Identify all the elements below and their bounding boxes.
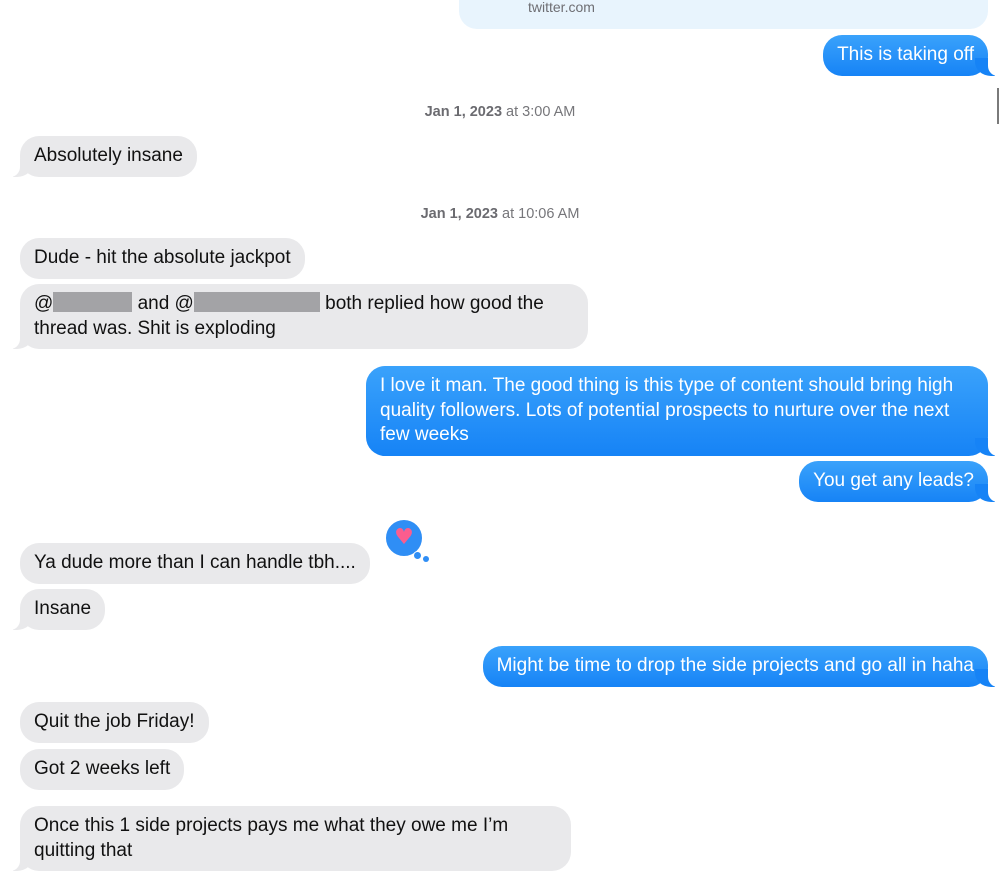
message-text: Once this 1 side projects pays me what t… [34,815,509,861]
timestamp: Jan 1, 2023 at 10:06 AM [0,206,1000,222]
tapback-reaction[interactable]: ♥ [384,518,429,562]
message-incoming[interactable]: Insane [6,589,106,630]
message-incoming[interactable]: Dude - hit the absolute jackpot [20,238,305,279]
message-text: Might be time to drop the side projects … [496,655,974,676]
message-text: Absolutely insane [34,145,183,166]
message-outgoing[interactable]: I love it man. The good thing is this ty… [366,366,1000,456]
message-text: Insane [34,598,92,619]
message-text-line2: thread was. Shit is exploding [34,317,276,339]
message-incoming[interactable]: Ya dude more than I can handle tbh.... [20,543,370,584]
timestamp-date: Jan 1, 2023 [424,104,503,120]
timestamp-date: Jan 1, 2023 [420,206,498,222]
timestamp: Jan 1, 2023 at 3:00 AM [0,104,1000,120]
message-incoming[interactable]: Quit the job Friday! [20,702,209,743]
message-incoming[interactable]: Absolutely insane [7,136,197,177]
message-text: This is taking off [837,44,974,65]
link-preview-domain: twitter.com [528,0,595,15]
timestamp-time: 3:00 AM [522,104,576,120]
link-preview-card[interactable]: twitter.com [459,0,988,29]
timestamp-at: at [506,104,519,120]
message-text: You get any leads? [813,470,974,491]
message-outgoing[interactable]: Might be time to drop the side projects … [482,646,1000,687]
mention-joiner: and @ [137,293,194,314]
message-text: Ya dude more than I can handle tbh.... [34,552,356,573]
message-incoming[interactable]: Once this 1 side projects pays me what t… [7,806,571,871]
timestamp-time: 10:06 AM [518,206,580,222]
redacted-handle [193,292,320,312]
message-outgoing[interactable]: You get any leads? [799,461,1000,502]
message-text: Got 2 weeks left [34,758,171,779]
message-outgoing[interactable]: This is taking off [823,35,1000,76]
message-incoming[interactable]: @ and @ both replied how good the thread… [7,284,588,349]
message-text: Quit the job Friday! [34,711,195,732]
timestamp-at: at [502,206,515,222]
message-incoming[interactable]: Got 2 weeks left [20,749,185,790]
message-text-rest: both replied how good the [325,293,544,314]
mention-prefix: @ [34,293,54,314]
message-text: Dude - hit the absolute jackpot [34,247,291,268]
message-text: @ and @ both replied how good the thread… [34,292,574,341]
tapback-tail [413,551,422,560]
redacted-handle [53,292,133,312]
message-text: I love it man. The good thing is this ty… [380,375,954,445]
tapback-tail [423,556,429,562]
heart-icon: ♥ [394,525,414,550]
